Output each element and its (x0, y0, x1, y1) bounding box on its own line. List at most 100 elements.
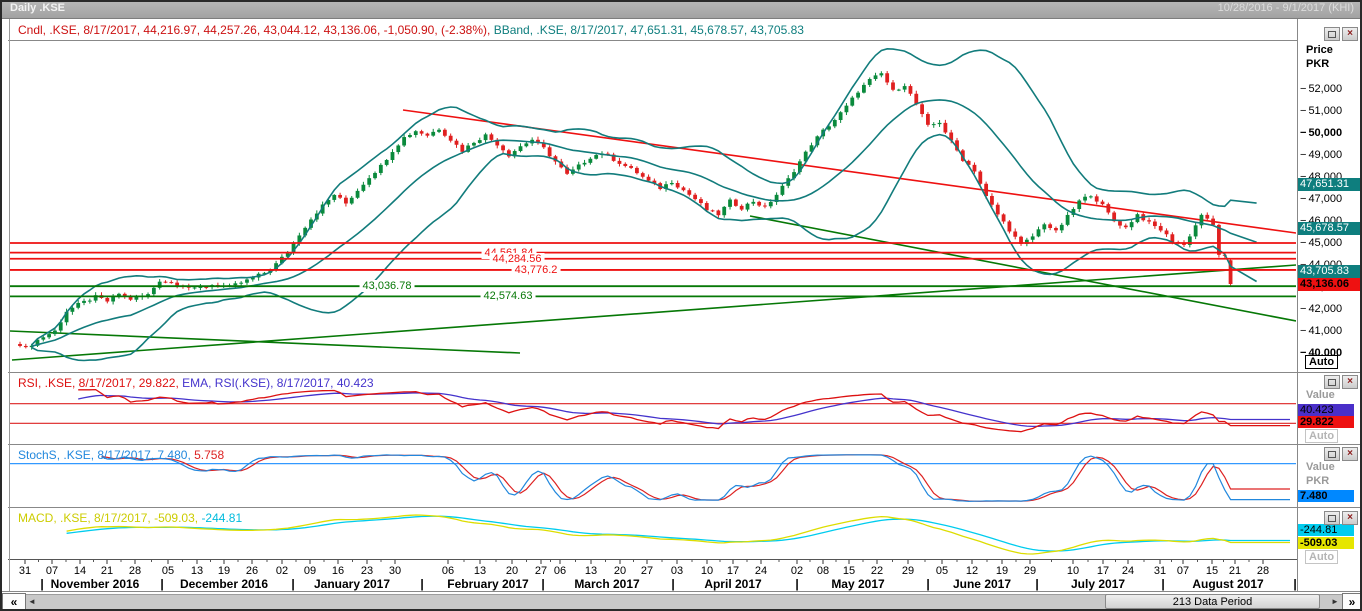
candle (640, 171, 645, 179)
candle (472, 141, 476, 147)
candle (425, 132, 430, 138)
candle (757, 200, 762, 207)
panel-divider-macd (8, 507, 1362, 508)
restore-icon (1328, 378, 1336, 386)
close-icon: × (1347, 376, 1353, 387)
main-auto-scale-button[interactable]: Auto (1305, 355, 1339, 369)
scroll-step-left-icon[interactable]: ◄ (28, 597, 36, 606)
candle (1077, 199, 1082, 213)
candle (105, 296, 110, 304)
candle (477, 137, 482, 144)
restore-icon (1328, 30, 1336, 38)
candle (1164, 228, 1169, 237)
trendline[interactable] (749, 215, 1296, 322)
trendline[interactable] (10, 330, 521, 354)
macd-panel (66, 514, 1290, 555)
stoch-legend: StochS, .KSE, 8/17/2017, 7.480, 5.758 (18, 448, 224, 462)
candle (163, 280, 168, 284)
macd-panel-window-buttons: × (1324, 511, 1358, 525)
legend-segment: RSI, .KSE, 8/17/2017, 29.822, (18, 376, 183, 390)
candle (1054, 226, 1058, 233)
horizontal-scrollbar: « ◄ 213 Data Period ► » (0, 593, 1362, 611)
candle (483, 132, 488, 143)
candle (18, 341, 22, 348)
minimize-button[interactable] (1324, 27, 1340, 41)
candle (1059, 222, 1064, 234)
price-axis-header: Price (1306, 44, 1333, 56)
panel-divider-stoch (8, 444, 1362, 445)
panel-divider-rsi (8, 372, 1362, 373)
close-button[interactable]: × (1342, 27, 1358, 41)
legend-segment: EMA, RSI(.KSE), 8/17/2017, 40.423 (182, 376, 374, 390)
legend-segment: 5.758 (194, 448, 225, 462)
stoch-axis-header: Value (1306, 461, 1335, 473)
scroll-far-right-button[interactable]: » (1342, 593, 1362, 611)
candle (151, 285, 156, 297)
candle (862, 82, 866, 94)
candle (384, 158, 389, 167)
restore-icon (1328, 450, 1336, 458)
candle (1158, 222, 1163, 233)
candle (524, 141, 529, 148)
legend-segment: -244.81 (201, 511, 243, 525)
candle (355, 188, 360, 199)
candle (716, 209, 721, 218)
legend-divider (8, 40, 1297, 41)
candle (699, 197, 703, 206)
candle (1129, 220, 1134, 231)
candle (763, 202, 767, 209)
minimize-button[interactable] (1324, 447, 1340, 461)
candle (1036, 226, 1041, 238)
candle (361, 181, 366, 193)
candle (501, 144, 505, 154)
candle (995, 202, 1000, 217)
x-axis-line (8, 559, 1297, 560)
scrollbar-thumb[interactable]: 213 Data Period (1105, 594, 1320, 609)
price-axis-currency: PKR (1306, 58, 1330, 70)
candle (1065, 211, 1070, 227)
candle (378, 163, 383, 176)
close-button[interactable]: × (1342, 511, 1358, 525)
candle (664, 181, 668, 192)
macd-legend: MACD, .KSE, 8/17/2017, -509.03, -244.81 (18, 511, 242, 525)
double-chevron-left-icon: « (10, 595, 18, 609)
close-icon: × (1347, 512, 1353, 523)
candle (937, 120, 942, 127)
minimize-button[interactable] (1324, 511, 1340, 525)
candle (681, 186, 686, 192)
candle (198, 283, 203, 291)
candle (832, 118, 837, 129)
candle (1030, 233, 1035, 243)
candle (635, 166, 639, 175)
main-panel-window-buttons: × (1324, 27, 1358, 41)
scroll-far-left-button[interactable]: « (2, 593, 26, 611)
candle (431, 128, 436, 137)
candle (541, 139, 546, 149)
candle (739, 204, 744, 211)
candle (722, 206, 727, 218)
macd-auto-scale-button[interactable]: Auto (1305, 550, 1339, 564)
close-button[interactable]: × (1342, 375, 1358, 389)
candle (390, 149, 395, 163)
legend-segment: StochS, .KSE, 8/17/2017, 7.480, (18, 448, 195, 462)
scroll-step-right-icon[interactable]: ► (1331, 597, 1339, 606)
candle (576, 161, 581, 172)
candle (419, 129, 424, 136)
close-button[interactable]: × (1342, 447, 1358, 461)
candle (623, 162, 628, 168)
rsi-legend: RSI, .KSE, 8/17/2017, 29.822, EMA, RSI(.… (18, 376, 374, 390)
candle (844, 103, 849, 116)
candle (442, 128, 447, 138)
legend-segment: Cndl, .KSE, 8/17/2017, 44,216.97, 44,257… (18, 23, 494, 37)
title-bar[interactable]: Daily .KSE 10/28/2016 - 9/1/2017 (KHI) (0, 0, 1362, 19)
candle (448, 133, 453, 143)
candle (332, 194, 337, 203)
minimize-button[interactable] (1324, 375, 1340, 389)
candle (1199, 213, 1204, 229)
restore-icon (1328, 514, 1336, 522)
candle (373, 171, 377, 180)
candle (1042, 222, 1047, 233)
candle (1024, 237, 1029, 247)
rsi-auto-scale-button[interactable]: Auto (1305, 429, 1339, 443)
candle (157, 279, 162, 290)
